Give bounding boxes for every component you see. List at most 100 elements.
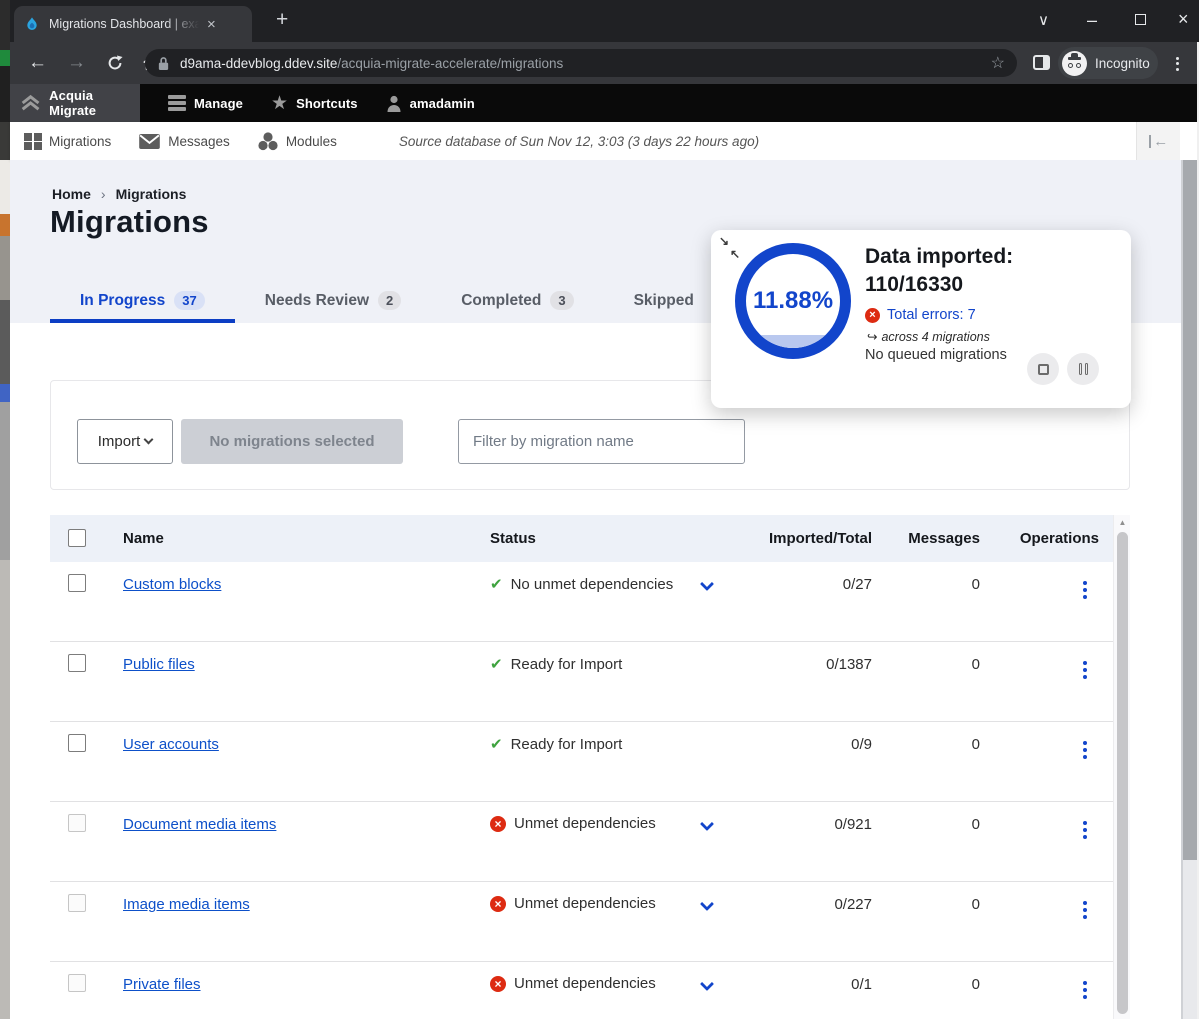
forward-icon[interactable]: → <box>67 52 86 74</box>
reload-icon[interactable] <box>106 54 124 72</box>
row-checkbox[interactable] <box>68 734 86 752</box>
browser-menu-icon[interactable] <box>1176 54 1179 73</box>
tab-needs-review[interactable]: Needs Review 2 <box>235 278 431 323</box>
star-icon: ★ <box>271 92 288 115</box>
desktop-edge-strip <box>0 0 10 1019</box>
row-checkbox[interactable] <box>68 654 86 672</box>
messages-count: 0 <box>830 576 980 593</box>
error-icon: × <box>865 308 880 323</box>
row-checkbox[interactable] <box>68 974 86 992</box>
migration-link[interactable]: Image media items <box>123 896 250 913</box>
url-domain: d9ama-ddevblog.ddev.site <box>180 56 337 71</box>
manage-menu-item[interactable]: Manage <box>168 93 243 114</box>
migration-link[interactable]: Document media items <box>123 816 276 833</box>
operations-menu-icon[interactable] <box>1083 898 1087 922</box>
breadcrumb: Home›Migrations <box>52 186 186 202</box>
operations-menu-icon[interactable] <box>1083 658 1087 682</box>
incognito-icon <box>1062 51 1087 76</box>
shortcuts-menu-item[interactable]: ★ Shortcuts <box>271 92 358 115</box>
row-checkbox[interactable] <box>68 894 86 912</box>
migration-filter-input[interactable] <box>458 419 745 464</box>
tab-count-badge: 3 <box>550 291 573 310</box>
table-row: Public files ✔×Ready for Import 0/1387 0 <box>50 642 1113 722</box>
messages-count: 0 <box>830 736 980 753</box>
maximize-icon[interactable] <box>1135 14 1146 25</box>
collapse-left-icon: ← <box>1153 133 1168 150</box>
browser-window: Migrations Dashboard | example × + ∨ – ×… <box>0 0 1199 1019</box>
close-window-icon[interactable]: × <box>1178 9 1189 30</box>
table-row: Image media items ✔×Unmet dependencies 0… <box>50 882 1113 962</box>
table-row: Private files ✔×Unmet dependencies 0/1 0 <box>50 962 1113 1019</box>
operations-menu-icon[interactable] <box>1083 578 1087 602</box>
toolbar-collapse-button[interactable]: ← <box>1136 122 1180 160</box>
scroll-up-icon[interactable]: ▲ <box>1114 518 1131 527</box>
total-errors-row: × Total errors: 7 <box>865 307 976 323</box>
operations-menu-icon[interactable] <box>1083 978 1087 1002</box>
tab-title: Migrations Dashboard | example <box>49 17 199 31</box>
browser-tab[interactable]: Migrations Dashboard | example × <box>14 6 252 42</box>
across-migrations-note: ↪across 4 migrations <box>867 329 990 344</box>
migration-link[interactable]: Custom blocks <box>123 576 221 593</box>
row-checkbox[interactable] <box>68 814 86 832</box>
row-checkbox[interactable] <box>68 574 86 592</box>
tab-count-badge: 37 <box>174 291 204 310</box>
migrations-nav-item[interactable]: Migrations <box>24 133 111 150</box>
table-header-row: Name Status Imported/Total Messages Oper… <box>50 515 1113 562</box>
modules-nav-item[interactable]: Modules <box>258 132 337 151</box>
page-title: Migrations <box>50 204 209 240</box>
grid-icon <box>24 133 41 150</box>
acquia-migrate-brand[interactable]: Acquia Migrate <box>10 84 140 122</box>
operations-menu-icon[interactable] <box>1083 818 1087 842</box>
select-all-checkbox[interactable] <box>68 529 86 547</box>
check-icon: ✔ <box>490 655 503 673</box>
tab-close-icon[interactable]: × <box>207 16 216 33</box>
import-progress-card: ↘ ↖ 11.88% Data imported: 110/16330 × To… <box>711 230 1131 408</box>
migration-link[interactable]: User accounts <box>123 736 219 753</box>
address-bar[interactable]: d9ama-ddevblog.ddev.site/acquia-migrate-… <box>145 49 1017 77</box>
progress-ring: 11.88% <box>735 243 851 359</box>
operations-menu-icon[interactable] <box>1083 738 1087 762</box>
messages-count: 0 <box>830 816 980 833</box>
error-icon: × <box>490 976 506 992</box>
total-errors-link[interactable]: Total errors: 7 <box>887 307 976 323</box>
tab-in-progress[interactable]: In Progress 37 <box>50 278 235 323</box>
queue-status-note: No queued migrations <box>865 347 1007 363</box>
tab-search-icon[interactable]: ∨ <box>1038 11 1049 29</box>
new-tab-icon[interactable]: + <box>276 8 288 32</box>
import-dropdown-button[interactable]: Import <box>77 419 173 464</box>
pause-button[interactable] <box>1067 353 1099 385</box>
page-scrollbar-thumb[interactable] <box>1183 160 1197 860</box>
migration-link[interactable]: Public files <box>123 656 195 673</box>
lock-icon <box>157 56 170 71</box>
resize-corner-icon-2[interactable]: ↖ <box>730 247 740 261</box>
no-migrations-selected-button: No migrations selected <box>181 419 403 464</box>
envelope-icon <box>139 134 160 149</box>
tab-skipped[interactable]: Skipped <box>604 278 724 323</box>
tab-count-badge: 2 <box>378 291 401 310</box>
table-scrollbar[interactable]: ▲ <box>1113 515 1130 1019</box>
bookmark-star-icon[interactable]: ☆ <box>991 53 1005 73</box>
tab-completed[interactable]: Completed 3 <box>431 278 603 323</box>
side-panel-icon[interactable] <box>1033 55 1050 70</box>
messages-count: 0 <box>830 976 980 993</box>
stop-icon <box>1038 364 1049 375</box>
pause-icon <box>1077 363 1089 375</box>
back-icon[interactable]: ← <box>28 52 47 74</box>
table-scrollbar-thumb[interactable] <box>1117 532 1128 1014</box>
secondary-toolbar: Migrations Messages Modules Source datab… <box>10 122 1199 160</box>
progress-ring-fill <box>746 335 840 348</box>
user-menu-item[interactable]: amadamin <box>386 95 475 112</box>
breadcrumb-home-link[interactable]: Home <box>52 186 91 202</box>
migration-link[interactable]: Private files <box>123 976 201 993</box>
messages-nav-item[interactable]: Messages <box>139 134 230 149</box>
stop-button[interactable] <box>1027 353 1059 385</box>
chevron-down-icon <box>144 435 154 445</box>
resize-corner-icon[interactable]: ↘ <box>719 234 729 248</box>
minimize-icon[interactable]: – <box>1087 10 1097 31</box>
breadcrumb-current: Migrations <box>116 186 187 202</box>
brand-label: Acquia Migrate <box>49 88 140 118</box>
incognito-badge: Incognito <box>1058 47 1158 79</box>
browser-titlebar: Migrations Dashboard | example × + ∨ – × <box>10 0 1199 42</box>
data-imported-heading: Data imported: <box>865 245 1013 269</box>
col-name: Name <box>123 530 164 547</box>
